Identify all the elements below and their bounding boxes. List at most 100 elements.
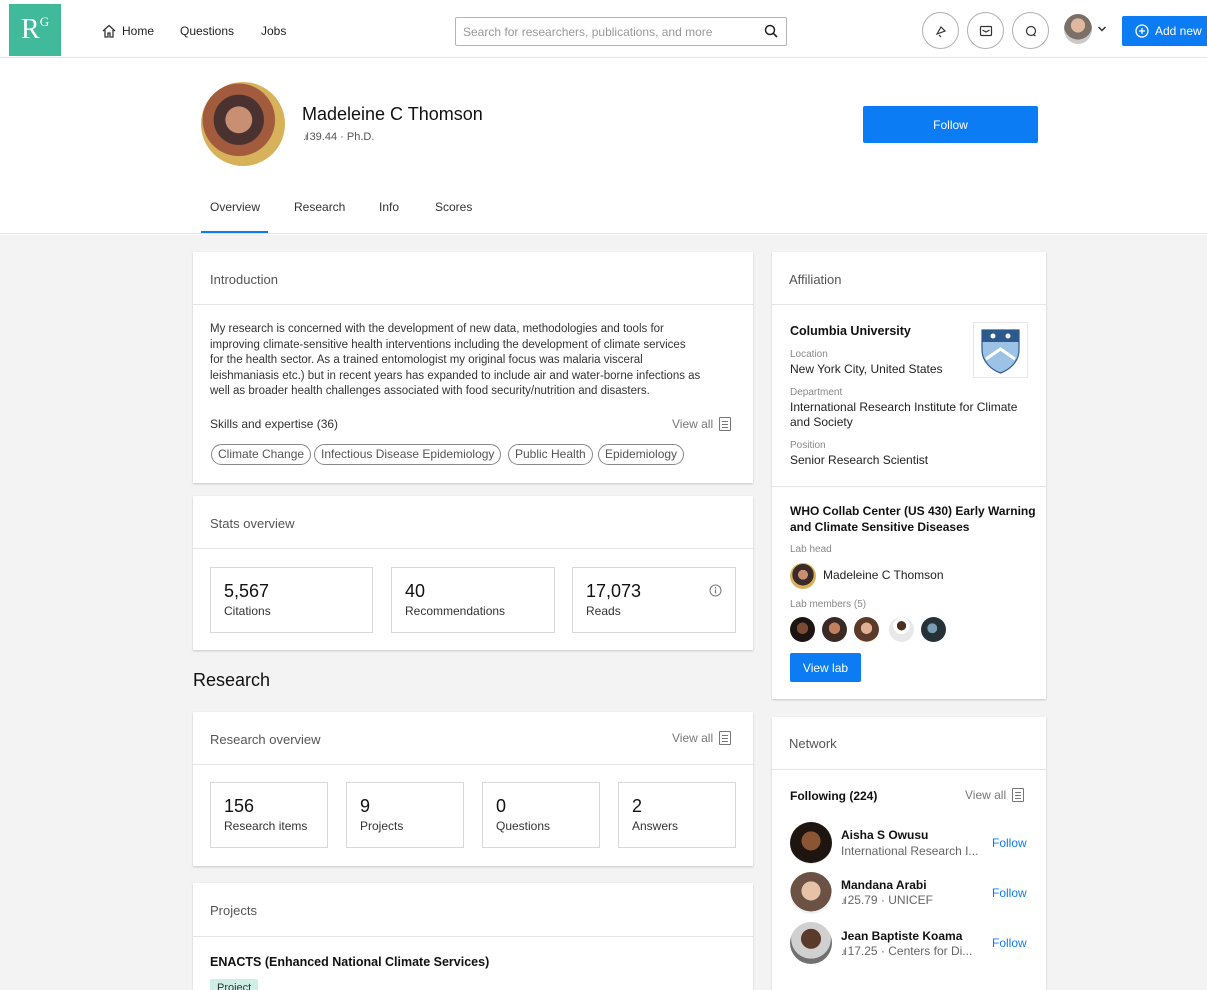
top-navbar: RG Home Questions Jobs Add new [0,0,1207,58]
stats-overview-card: Stats overview 5,567 Citations 40 Recomm… [193,496,753,650]
introduction-text: My research is concerned with the develo… [210,322,735,400]
person-score-text: 25.79 · UNICEF [847,893,933,907]
network-view-all-link[interactable]: View all [965,788,1025,802]
view-all-label: View all [965,788,1007,802]
department-value: International Research Institute for Cli… [790,400,1018,414]
view-all-label: View all [672,417,714,431]
skill-chip[interactable]: Epidemiology [598,444,685,465]
position-label: Position [790,440,826,451]
bell-icon [935,25,946,37]
columbia-shield-logo[interactable] [973,322,1028,378]
profile-photo[interactable] [201,82,285,166]
lab-member-avatar[interactable] [889,617,914,642]
person-score-line: .ıl 17.25 · Centers for Di... [841,944,972,958]
network-title: Network [789,736,837,751]
divider [772,486,1046,487]
messages-button[interactable] [967,12,1004,49]
profile-score-line: .ıl 39.44 · Ph.D. [303,131,374,143]
divider [772,769,1046,770]
nav-home-link[interactable]: Home [122,24,154,38]
lab-member-avatar[interactable] [790,617,815,642]
introduction-title: Introduction [210,272,278,287]
notifications-button[interactable] [922,12,959,49]
stat-value: 40 [405,581,426,601]
divider [193,764,753,765]
profile-name: Madeleine C Thomson [302,104,483,124]
clipboard-icon [719,731,732,745]
stat-value: 156 [224,796,255,816]
lab-head-avatar[interactable] [790,563,816,589]
person-score-text: 17.25 · Centers for Di... [847,944,973,958]
stat-citations[interactable]: 5,567 Citations [210,567,373,633]
skill-chip[interactable]: Public Health [508,444,593,465]
skill-chip[interactable]: Infectious Disease Epidemiology [314,444,502,465]
person-avatar[interactable] [790,922,832,964]
person-follow-button[interactable]: Follow [992,886,1027,900]
intro-line: improving climate-sensitive health inter… [210,338,686,351]
logo-superscript: G [39,13,50,29]
stat-value: 17,073 [586,581,642,601]
person-follow-button[interactable]: Follow [992,836,1027,850]
user-avatar[interactable] [1064,14,1092,44]
stat-reads[interactable]: 17,073 Reads [572,567,736,633]
stat-label: Answers [632,819,679,833]
nav-jobs-link[interactable]: Jobs [261,24,286,38]
chat-button[interactable] [1012,12,1049,49]
stat-value: 5,567 [224,581,270,601]
following-count[interactable]: Following (224) [790,789,877,803]
divider [193,304,753,305]
divider [193,548,753,549]
view-lab-button[interactable]: View lab [790,653,861,682]
lab-head-name[interactable]: Madeleine C Thomson [823,568,944,582]
projects-title: Projects [210,903,257,918]
person-avatar[interactable] [790,872,832,914]
research-items-stat[interactable]: 156 Research items [210,782,328,848]
home-icon[interactable] [102,24,116,38]
research-view-all-link[interactable]: View all [672,731,732,745]
tab-overview[interactable]: Overview [210,200,260,214]
tab-scores[interactable]: Scores [435,200,472,214]
intro-line: My research is concerned with the develo… [210,323,664,335]
stat-recommendations[interactable]: 40 Recommendations [391,567,555,633]
follow-button[interactable]: Follow [863,106,1038,143]
project-title-link[interactable]: ENACTS (Enhanced National Climate Servic… [210,955,489,969]
search-box [455,17,787,46]
profile-score-text: 39.44 · Ph.D. [309,131,375,143]
info-icon[interactable] [709,584,722,597]
lab-member-avatar[interactable] [822,617,847,642]
person-name[interactable]: Aisha S Owusu [841,828,928,842]
active-tab-indicator [201,231,268,233]
search-icon[interactable] [764,24,778,38]
projects-stat[interactable]: 9 Projects [346,782,464,848]
clipboard-icon [719,417,732,431]
divider [772,304,1046,305]
skills-view-all-link[interactable]: View all [672,417,732,431]
answers-stat[interactable]: 2 Answers [618,782,736,848]
projects-card: Projects ENACTS (Enhanced National Clima… [193,883,753,990]
intro-line: leishmaniasis etc.) but in recent years … [210,369,701,382]
search-input[interactable] [456,18,746,45]
person-follow-button[interactable]: Follow [992,936,1027,950]
tab-info[interactable]: Info [379,200,399,214]
chevron-down-icon[interactable] [1097,25,1107,33]
lab-member-avatar[interactable] [921,617,946,642]
add-new-button[interactable]: Add new [1122,16,1207,46]
researchgate-logo[interactable]: RG [9,4,61,56]
lab-head-label: Lab head [790,544,832,555]
department-label: Department [790,387,843,398]
nav-questions-link[interactable]: Questions [180,24,234,38]
divider [193,936,753,937]
person-name[interactable]: Jean Baptiste Koama [841,929,962,943]
person-name[interactable]: Mandana Arabi [841,878,927,892]
lab-name[interactable]: WHO Collab Center (US 430) Early Warning [790,504,1036,518]
institution-name[interactable]: Columbia University [790,324,911,338]
project-tag: Project [210,979,259,990]
questions-stat[interactable]: 0 Questions [482,782,600,848]
lab-name[interactable]: and Climate Sensitive Diseases [790,520,969,534]
person-avatar[interactable] [790,822,832,864]
lab-member-avatar[interactable] [854,617,879,642]
tab-research[interactable]: Research [294,200,345,214]
skill-chip[interactable]: Climate Change [211,444,312,465]
research-overview-card: Research overview View all 156 Research … [193,712,753,866]
research-section-heading: Research [193,670,271,690]
